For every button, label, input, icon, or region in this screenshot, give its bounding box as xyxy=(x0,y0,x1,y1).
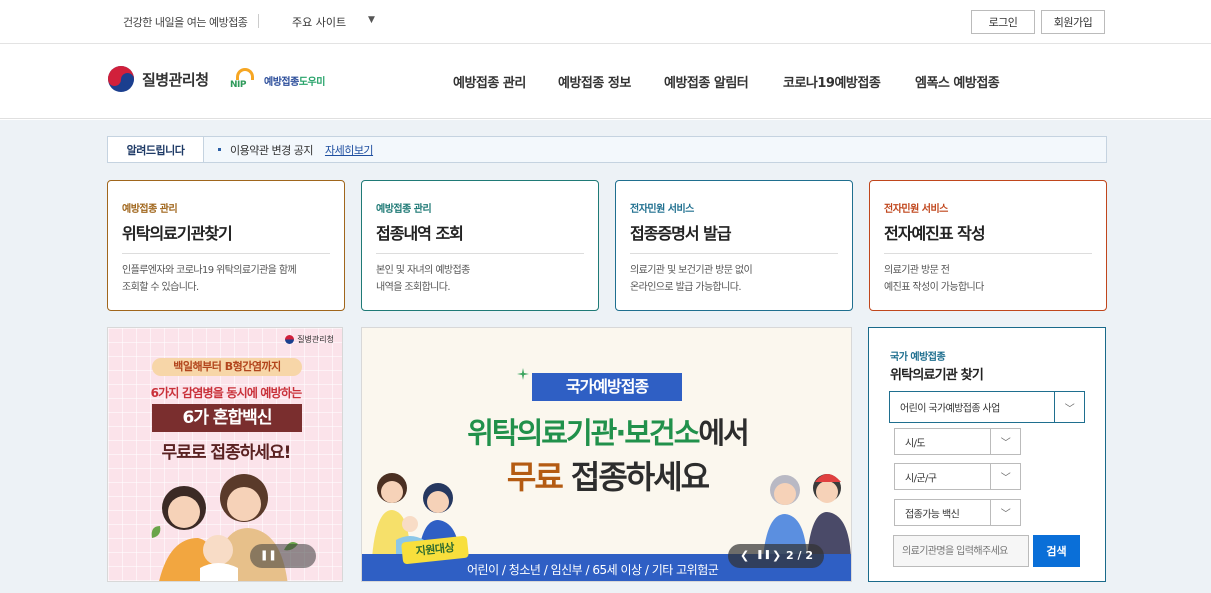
card-prescreening[interactable]: 전자민원 서비스 전자예진표 작성 의료기관 방문 전 예진표 작성이 가능합니다 xyxy=(869,180,1107,311)
banner-headline-1: 위탁의료기관·보건소에서 xyxy=(467,416,750,450)
bullet-icon xyxy=(218,148,221,151)
nip-label: 예방접종도우미 xyxy=(264,76,325,88)
clinic-search-panel: 국가 예방접종 위탁의료기관 찾기 어린이 국가예방접종 사업 ﹀ 시/도 ﹀ … xyxy=(868,327,1106,582)
banner-controls: ❮ ❚❚ ❯ 2 / 2 xyxy=(728,544,824,568)
banner-headline: 무료로 접종하세요! xyxy=(161,443,292,463)
card-desc: 의료기관 방문 전 예진표 작성이 가능합니다 xyxy=(884,265,984,293)
program-select[interactable]: 어린이 국가예방접종 사업 ﹀ xyxy=(889,391,1085,423)
sido-select[interactable]: 시/도 ﹀ xyxy=(894,428,1021,455)
taegeuk-icon xyxy=(285,335,295,344)
banner-page-indicator: 2 / 2 xyxy=(786,549,813,562)
sigungu-select[interactable]: 시/군/구 ﹀ xyxy=(894,463,1021,490)
card-certificate[interactable]: 전자민원 서비스 접종증명서 발급 의료기관 및 보건기관 방문 없이 온라인으로… xyxy=(615,180,853,311)
gnb-vaccination-info[interactable]: 예방접종 정보 xyxy=(558,72,631,91)
banner-brand: 질병관리청 xyxy=(285,334,334,345)
major-sites-dropdown[interactable]: 주요 사이트 xyxy=(292,14,346,30)
site-header: 질병관리청 NIP 예방접종도우미 예방접종 관리 예방접종 정보 예방접종 알… xyxy=(0,44,1211,119)
card-title: 전자예진표 작성 xyxy=(884,224,986,243)
login-button[interactable]: 로그인 xyxy=(971,10,1035,34)
left-banner-controls[interactable]: ❚❚ xyxy=(250,544,316,568)
pause-icon[interactable]: ❚❚ xyxy=(756,550,771,560)
card-title: 접종증명서 발급 xyxy=(630,224,732,243)
kdca-logo[interactable]: 질병관리청 xyxy=(108,66,209,92)
nip-sun-icon: NIP xyxy=(230,68,260,92)
gnb-mpox[interactable]: 엠폭스 예방접종 xyxy=(915,72,1000,91)
card-category: 전자민원 서비스 xyxy=(884,204,948,215)
search-button[interactable]: 검색 xyxy=(1033,535,1080,567)
site-tagline: 건강한 내일을 여는 예방접종 xyxy=(123,16,248,29)
card-find-clinic[interactable]: 예방접종 관리 위탁의료기관찾기 인플루엔자와 코로나19 위탁의료기관을 함께… xyxy=(107,180,345,311)
notice-bar: 알려드립니다 이용약관 변경 공지 자세히보기 xyxy=(107,136,1107,163)
gnb-vaccination-notice[interactable]: 예방접종 알림터 xyxy=(664,72,749,91)
next-icon[interactable]: ❯ xyxy=(772,549,781,562)
gnb-vaccination-management[interactable]: 예방접종 관리 xyxy=(453,72,526,91)
card-desc: 본인 및 자녀의 예방접종 내역을 조회합니다. xyxy=(376,265,470,293)
clinic-name-input[interactable] xyxy=(893,535,1029,567)
nip-logo[interactable]: NIP 예방접종도우미 xyxy=(230,68,325,92)
caret-down-icon[interactable]: ▼ xyxy=(368,15,375,25)
card-desc: 의료기관 및 보건기관 방문 없이 온라인으로 발급 가능합니다. xyxy=(630,265,753,293)
chevron-down-icon[interactable]: ﹀ xyxy=(990,464,1020,489)
chevron-down-icon[interactable]: ﹀ xyxy=(990,500,1020,525)
target-groups: 어린이 / 청소년 / 임신부 / 65세 이상 / 기타 고위험군 xyxy=(467,563,719,577)
gnb-covid19[interactable]: 코로나19예방접종 xyxy=(783,72,881,91)
notice-label: 알려드립니다 xyxy=(108,137,204,162)
card-history[interactable]: 예방접종 관리 접종내역 조회 본인 및 자녀의 예방접종 내역을 조회합니다. xyxy=(361,180,599,311)
hexavalent-vaccine-banner[interactable]: 질병관리청 백일해부터 B형간염까지 6가지 감염병을 동시에 예방하는 6가 … xyxy=(107,327,343,582)
taegeuk-icon xyxy=(108,66,134,92)
banner-tag: 국가예방접종 xyxy=(532,373,682,401)
divider xyxy=(258,14,259,28)
vaccine-select[interactable]: 접종가능 백신 ﹀ xyxy=(894,499,1021,526)
banner-line: 6가지 감염병을 동시에 예방하는 xyxy=(150,386,303,400)
card-desc: 인플루엔자와 코로나19 위탁의료기관을 함께 조회할 수 있습니다. xyxy=(122,265,297,293)
notice-message[interactable]: 이용약관 변경 공지 xyxy=(230,142,313,158)
free-vaccination-banner[interactable]: 국가예방접종 위탁의료기관·보건소에서 무료 접종하세요 지원대상 어린이 / … xyxy=(361,327,852,582)
card-title: 접종내역 조회 xyxy=(376,224,464,243)
sparkle-icon xyxy=(517,368,529,380)
prev-icon[interactable]: ❮ xyxy=(740,549,749,562)
banner-highlight: 6가 혼합백신 xyxy=(152,404,302,432)
utility-bar: 건강한 내일을 여는 예방접종 주요 사이트 ▼ 로그인 회원가입 xyxy=(0,0,1211,44)
search-title: 위탁의료기관 찾기 xyxy=(890,368,984,383)
join-button[interactable]: 회원가입 xyxy=(1041,10,1105,34)
chevron-down-icon[interactable]: ﹀ xyxy=(1054,392,1084,422)
card-title: 위탁의료기관찾기 xyxy=(122,224,233,243)
card-category: 전자민원 서비스 xyxy=(630,204,694,215)
pause-icon[interactable]: ❚❚ xyxy=(260,550,277,561)
banner-subtitle: 백일해부터 B형간염까지 xyxy=(152,358,302,376)
agency-name: 질병관리청 xyxy=(142,70,209,89)
notice-more-link[interactable]: 자세히보기 xyxy=(325,142,374,158)
card-category: 예방접종 관리 xyxy=(122,204,178,215)
chevron-down-icon[interactable]: ﹀ xyxy=(990,429,1020,454)
search-category: 국가 예방접종 xyxy=(890,352,946,363)
card-category: 예방접종 관리 xyxy=(376,204,432,215)
